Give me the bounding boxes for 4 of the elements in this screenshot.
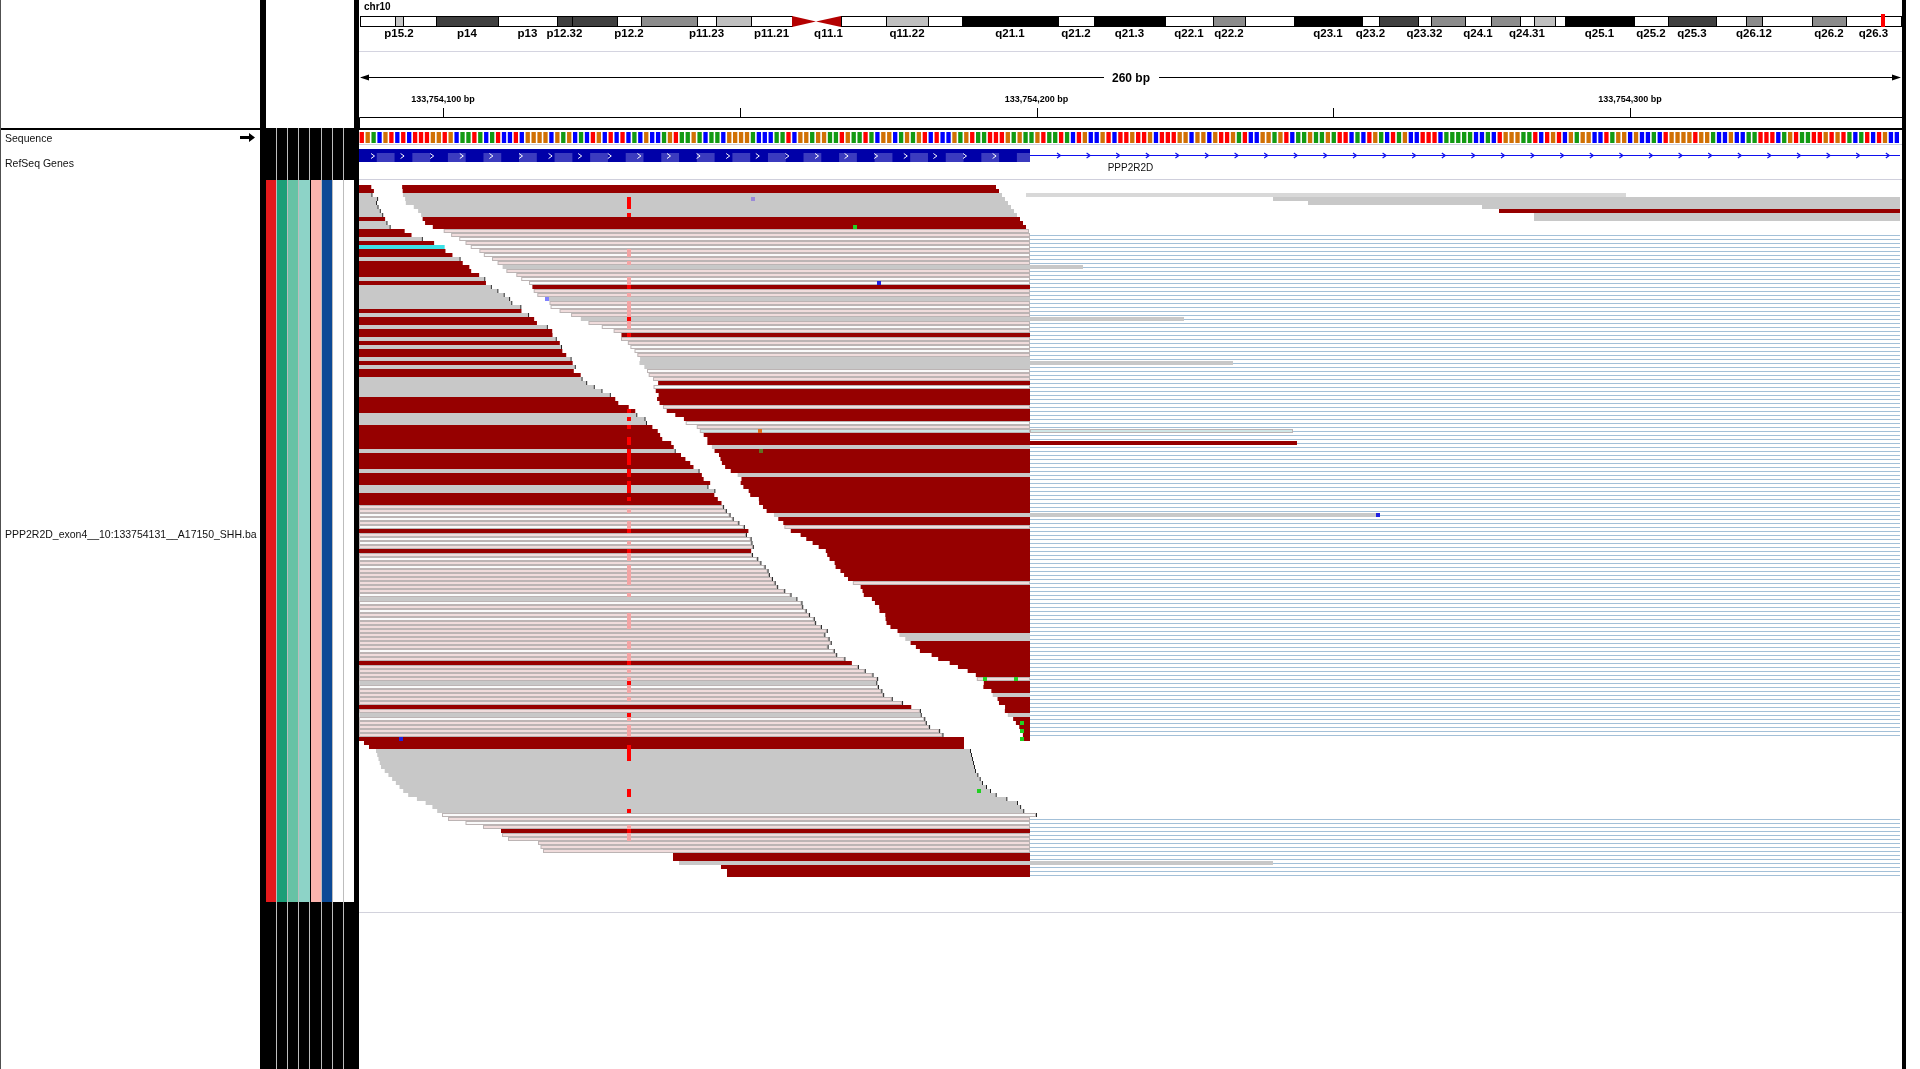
track-name: Sequence <box>5 131 53 144</box>
track-name: PPP2R2D_exon4__10:133754131__A17150_SHH.ba <box>5 528 257 540</box>
arrow-icon[interactable] <box>240 133 255 142</box>
track-name: RefSeq Genes <box>5 156 74 169</box>
